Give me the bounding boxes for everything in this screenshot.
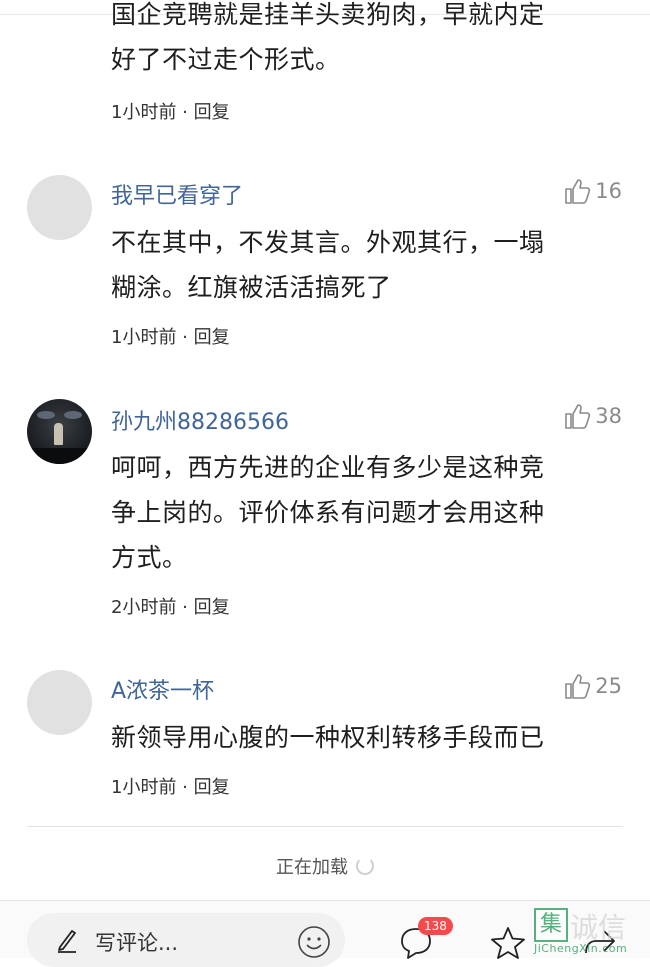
username[interactable]: 我早已看穿了	[111, 178, 243, 210]
comment-text-line: 新领导用心腹的一种权利转移手段而已	[111, 723, 545, 752]
like-button[interactable]: 16	[563, 176, 622, 206]
comment-text-line: 争上岗的。评价体系有问题才会用这种	[111, 498, 545, 527]
comment-meta: 1小时前 · 回复	[111, 98, 230, 124]
comment-meta: 1小时前 · 回复	[111, 323, 230, 349]
avatar[interactable]	[27, 175, 92, 240]
comment-placeholder: 写评论...	[95, 931, 179, 955]
list-divider	[27, 826, 623, 827]
loading-indicator: 正在加载	[0, 852, 650, 880]
smile-icon[interactable]	[297, 925, 331, 959]
like-button[interactable]: 25	[563, 671, 622, 701]
reply-button[interactable]: 回复	[194, 777, 230, 798]
like-count: 38	[595, 404, 622, 428]
thumb-up-icon	[565, 179, 591, 204]
comment-time: 1小时前	[111, 102, 177, 123]
watermark-text: 诚信	[570, 911, 627, 944]
reply-button[interactable]: 回复	[194, 102, 230, 123]
comment-text: 新领导用心腹的一种权利转移手段而已	[111, 715, 611, 760]
reply-button[interactable]: 回复	[194, 327, 230, 348]
comment-time: 1小时前	[111, 327, 177, 348]
comment-text-line: 呵呵，西方先进的企业有多少是这种竞	[111, 453, 545, 482]
username[interactable]: 孙九州88286566	[111, 404, 289, 436]
meta-separator: ·	[176, 597, 194, 618]
pen-icon	[58, 930, 76, 953]
meta-separator: ·	[176, 777, 194, 798]
comment-text: 国企竞聘就是挂羊头卖狗肉，早就内定 好了不过走个形式。	[111, 0, 611, 82]
reply-button[interactable]: 回复	[194, 597, 230, 618]
avatar[interactable]	[27, 670, 92, 735]
meta-separator: ·	[176, 102, 194, 123]
comment-text: 呵呵，西方先进的企业有多少是这种竞 争上岗的。评价体系有问题才会用这种 方式。	[111, 445, 611, 580]
comment-time: 2小时前	[111, 597, 177, 618]
comment-time: 1小时前	[111, 777, 177, 798]
thumb-up-icon	[565, 404, 591, 429]
comment-text-line: 方式。	[111, 543, 188, 572]
thumb-up-icon	[565, 674, 591, 699]
like-button[interactable]: 38	[563, 401, 622, 431]
comment-meta: 1小时前 · 回复	[111, 773, 230, 799]
comment-text-line: 糊涂。红旗被活活搞死了	[111, 273, 392, 302]
like-count: 16	[595, 179, 622, 203]
comment-text-line: 不在其中，不发其言。外观其行，一塌	[111, 228, 545, 257]
comment-meta: 2小时前 · 回复	[111, 593, 230, 619]
star-icon[interactable]	[489, 925, 527, 961]
like-count: 25	[595, 674, 622, 698]
comment-text-line: 好了不过走个形式。	[111, 45, 341, 74]
comment-count-badge: 138	[418, 917, 453, 935]
username[interactable]: A浓茶一杯	[111, 673, 214, 705]
avatar[interactable]	[27, 399, 92, 464]
meta-separator: ·	[176, 327, 194, 348]
spinner-icon	[356, 857, 374, 875]
comment-input[interactable]: 写评论...	[27, 913, 345, 967]
loading-text: 正在加载	[276, 857, 348, 878]
watermark-box: 集	[534, 908, 568, 942]
comment-text-line: 国企竞聘就是挂羊头卖狗肉，早就内定	[111, 0, 545, 29]
watermark-url: JiChengXin.com	[534, 942, 628, 955]
watermark-logo: 集 诚信 JiChengXin.com	[532, 906, 650, 957]
comment-text: 不在其中，不发其言。外观其行，一塌 糊涂。红旗被活活搞死了	[111, 220, 611, 310]
